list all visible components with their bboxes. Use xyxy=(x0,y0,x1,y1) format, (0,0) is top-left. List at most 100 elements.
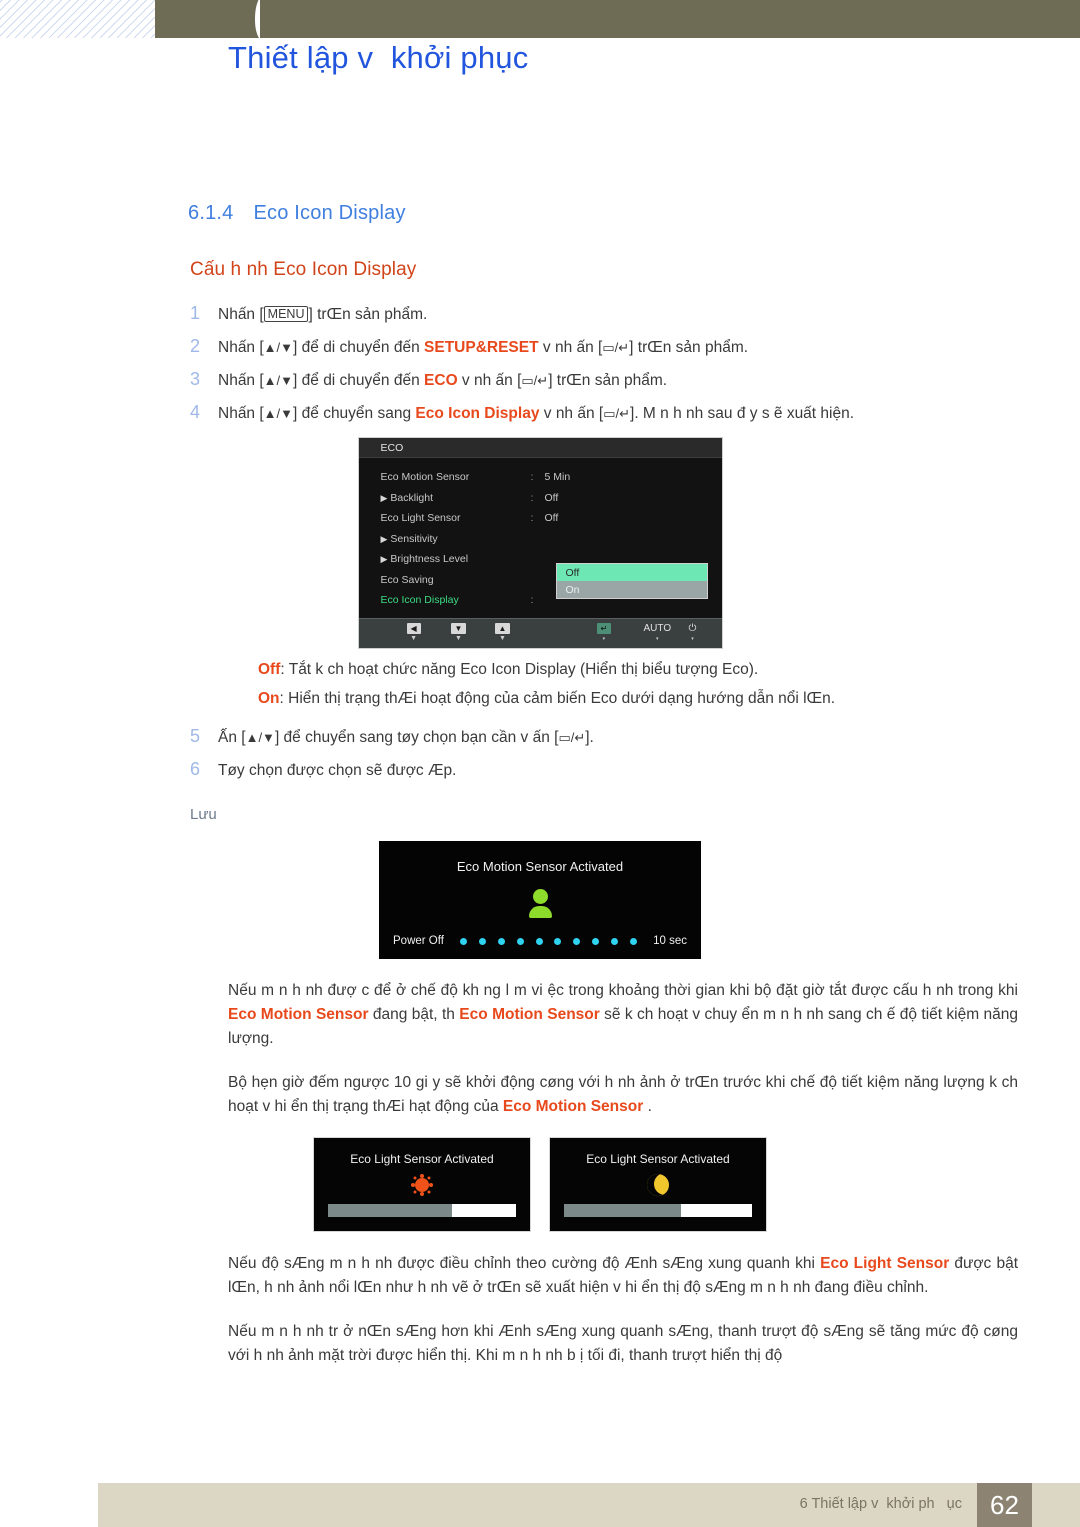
osd-row-label: Eco Saving xyxy=(380,573,434,586)
button-glyph: ▭/↵ xyxy=(602,340,630,355)
button-glyph-icon: ↵ xyxy=(596,623,612,634)
chapter-number-clip: 6 xyxy=(120,0,260,48)
paragraph-text-run: Nếu độ sÆng m n h nh được điều chỉnh the… xyxy=(228,1255,821,1273)
step-item-5: 5 Ấn [▲/▼] để chuyển sang tøy chọn bạn cầ… xyxy=(190,726,1080,747)
eco-light-sensor-screenshots: Eco Light Sensor Activated Eco Light Sen… xyxy=(0,1137,1080,1233)
step-item-2: 2 Nhấn [▲/▼] để di chuyển đến SETUP&RESET… xyxy=(190,336,1080,357)
description-on-text: : Hiển thị trạng thÆi hoạt động của cảm … xyxy=(279,690,836,707)
step-text-run: ] trŒn sản phẩm. xyxy=(308,306,428,323)
step-text-run: ] để chuyển sang xyxy=(293,405,416,422)
osd-footer-button-nav[interactable]: ▼ ▼ xyxy=(450,623,467,643)
osd-footer-button-auto[interactable]: AUTO ▾ xyxy=(644,623,672,643)
step-text-run: Nhấn [ xyxy=(218,372,264,389)
paragraph-text-run: Nếu m n h nh tr ở nŒn sÆng hơn khi Ænh s… xyxy=(228,1323,1018,1365)
paragraph-keyword: Eco Motion Sensor xyxy=(228,1006,369,1024)
step-item-1: 1 Nhấn [MENU] trŒn sản phẩm. xyxy=(190,303,1080,324)
osd-row-value: Off xyxy=(544,491,559,504)
countdown-dot xyxy=(592,937,600,945)
submenu-arrow-icon: ▶ xyxy=(380,492,388,503)
section-number: 6.1.4 xyxy=(188,202,234,224)
step-keyword: SETUP&RESET xyxy=(424,339,539,356)
countdown-dot xyxy=(630,937,638,945)
button-glyph: ▭/↵ xyxy=(558,730,586,745)
sun-icon xyxy=(415,1178,429,1193)
moon-icon xyxy=(647,1174,669,1197)
brightness-slider-day xyxy=(328,1204,516,1218)
paragraph-keyword: Eco Light Sensor xyxy=(820,1255,950,1273)
step-text-run: Nhấn [ xyxy=(218,339,264,356)
section-title: Eco Icon Display xyxy=(253,202,406,224)
button-glyph: ▲/▼ xyxy=(263,406,294,421)
countdown-dot xyxy=(554,937,562,945)
brightness-slider-night xyxy=(564,1204,752,1218)
osd-row[interactable]: Eco Light Sensor: Off xyxy=(359,508,722,529)
step-text-run: Nhấn [ xyxy=(218,405,264,422)
description-off-key: Off xyxy=(258,661,281,678)
page-title: Thiết lập v khởi phục xyxy=(228,40,529,75)
osd-footer-button-nav[interactable]: ▲ ▼ xyxy=(494,623,511,643)
osd-button-bar: ◀ ▼ ▼ ▼ ▲ ▼ ↵ ▾ AUTO ▾ ⏻ ▾ xyxy=(358,618,722,648)
person-icon xyxy=(528,889,552,918)
step-text-run: ] để di chuyển đến xyxy=(293,372,425,389)
button-glyph: ▲/▼ xyxy=(263,340,294,355)
paragraph-text-run: đang bật, th xyxy=(368,1006,460,1024)
description-off-text: : Tắt k ch hoạt chức năng Eco Icon Displ… xyxy=(280,661,759,678)
button-glyph: ▲/▼ xyxy=(263,373,294,388)
osd-option-popup: Off On xyxy=(555,563,708,599)
page-number: 62 xyxy=(977,1483,1032,1527)
step-number: 5 xyxy=(190,726,201,746)
osd-row-label: ▶ Backlight xyxy=(380,491,434,504)
step-number: 6 xyxy=(190,759,201,779)
osd-row-label: ▶ Sensitivity xyxy=(380,532,438,545)
osd-row-label: Eco Motion Sensor xyxy=(380,471,470,484)
osd-row-label: Eco Icon Display xyxy=(380,594,459,607)
countdown-dot xyxy=(573,937,581,945)
light-shot-day-caption: Eco Light Sensor Activated xyxy=(350,1152,494,1167)
paragraph-motion-1: Nếu m n h nh đượ c để ở chế độ kh ng l m… xyxy=(228,979,1018,1051)
step-text-run: ] trŒn sản phẩm. xyxy=(548,372,668,389)
osd-footer-button-power[interactable]: ⏻ ▾ xyxy=(689,623,697,643)
step-text-run: v nh ấn [ xyxy=(539,405,604,422)
osd-footer-button-nav[interactable]: ◀ ▼ xyxy=(406,623,421,643)
power-off-label: Power Off xyxy=(393,935,444,947)
note-label: Lưu xyxy=(190,806,217,823)
osd-row-colon: : xyxy=(530,471,534,484)
countdown-dot xyxy=(535,937,543,945)
osd-footer-button-nav[interactable]: ↵ ▾ xyxy=(596,623,612,643)
step-text-run: v nh ấn [ xyxy=(538,339,603,356)
step-text-run: ] trŒn sản phẩm. xyxy=(629,339,749,356)
osd-option-off: Off xyxy=(556,564,707,581)
step-keyword: ECO xyxy=(424,372,458,389)
step-number: 2 xyxy=(190,336,201,356)
button-tick-icon: ▾ xyxy=(602,636,606,642)
page-footer: 6 Thiết lập v khởi ph ục 62 xyxy=(0,1483,1080,1527)
osd-screenshot: ECO Eco Motion Sensor:5 Min ▶ Backlight: Of… xyxy=(357,437,723,649)
step-text-run: ] để di chuyển đến xyxy=(293,339,425,356)
countdown-dots xyxy=(444,937,653,945)
step-keyword: Eco Icon Display xyxy=(415,405,540,422)
power-off-countdown: Power Off 10 sec xyxy=(379,935,701,947)
button-glyph-icon: ▲ xyxy=(494,623,511,634)
osd-row[interactable]: ▶ Backlight: Off xyxy=(359,488,722,509)
osd-row[interactable]: ▶ Sensitivity xyxy=(359,529,722,550)
button-tick-icon: ▼ xyxy=(498,635,506,642)
step-text: Nhấn [▲/▼] để di chuyển đến ECO v nh ấn … xyxy=(218,372,1080,390)
step-number: 4 xyxy=(190,402,201,422)
button-glyph: ▭/↵ xyxy=(603,406,631,421)
light-shot-day: Eco Light Sensor Activated xyxy=(313,1137,531,1233)
osd-row-colon: : xyxy=(530,512,534,525)
osd-row-label: ▶ Brightness Level xyxy=(380,553,469,566)
button-tick-icon: ▼ xyxy=(410,635,418,642)
countdown-dot xyxy=(611,937,619,945)
step-text-run: ] để chuyển sang tøy chọn bạn cần v ấn [ xyxy=(274,729,559,746)
step-number: 1 xyxy=(190,303,201,323)
description-on-key: On xyxy=(258,690,280,707)
power-icon: ⏻ xyxy=(688,623,697,634)
osd-row-value: Off xyxy=(544,512,559,525)
step-item-3: 3 Nhấn [▲/▼] để di chuyển đến ECO v nh ấn… xyxy=(190,369,1080,390)
osd-title: ECO xyxy=(358,438,722,458)
step-text: Ấn [▲/▼] để chuyển sang tøy chọn bạn cần… xyxy=(218,729,1080,747)
osd-row[interactable]: Eco Motion Sensor:5 Min xyxy=(359,467,722,488)
person-body xyxy=(528,906,552,918)
paragraph-keyword: Eco Motion Sensor xyxy=(502,1098,644,1116)
